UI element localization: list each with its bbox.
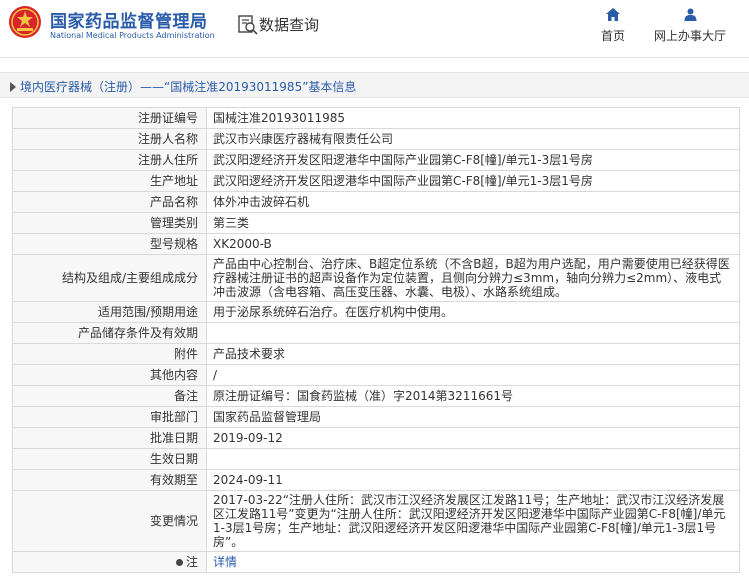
field-label: 注册人名称 — [12, 128, 207, 150]
table-row: 注册证编号 国械注准20193011985 — [12, 107, 740, 129]
field-value: XK2000-B — [206, 233, 740, 255]
field-value: 2024-09-11 — [206, 469, 740, 491]
nav-home[interactable]: 首页 — [598, 8, 628, 44]
field-label: 备注 — [12, 385, 207, 407]
table-row: 变更情况 2017-03-22“注册人住所：武汉市江汉经济发展区江发路11号；生产… — [12, 490, 740, 552]
breadcrumb: 境内医疗器械（注册）——“国械注准20193011985”基本信息 — [0, 72, 749, 98]
field-label: 变更情况 — [12, 490, 207, 552]
field-label: 其他内容 — [12, 364, 207, 386]
table-row: 生效日期 — [12, 448, 740, 470]
field-label: 适用范围/预期用途 — [12, 301, 207, 323]
field-label: 注册证编号 — [12, 107, 207, 129]
note-label-cell: 注 — [12, 551, 207, 573]
table-row: 批准日期 2019-09-12 — [12, 427, 740, 449]
field-value: 国家药品监督管理局 — [206, 406, 740, 428]
field-value: 原注册证编号：国食药监械（准）字2014第3211661号 — [206, 385, 740, 407]
note-pin-icon — [175, 559, 183, 566]
field-label: 型号规格 — [12, 233, 207, 255]
table-row: 审批部门 国家药品监督管理局 — [12, 406, 740, 428]
field-label: 注册人住所 — [12, 149, 207, 171]
data-query-icon — [238, 15, 258, 35]
table-row: 生产地址 武汉阳逻经济开发区阳逻港华中国际产业园第C-F8[幢]/单元1-3层1号… — [12, 170, 740, 192]
table-row: 其他内容 / — [12, 364, 740, 386]
field-label: 批准日期 — [12, 427, 207, 449]
field-value — [206, 448, 740, 470]
detail-table: 注册证编号 国械注准20193011985 注册人名称 武汉市兴康医疗器械有限责任公… — [12, 107, 740, 573]
field-value: 2019-09-12 — [206, 427, 740, 449]
nav-home-label: 首页 — [600, 29, 625, 43]
national-emblem-icon[interactable] — [8, 5, 42, 39]
field-value: 体外冲击波碎石机 — [206, 191, 740, 213]
table-row: 有效期至 2024-09-11 — [12, 469, 740, 491]
details-link[interactable]: 详情 — [213, 555, 237, 569]
field-label: 附件 — [12, 343, 207, 365]
site-logo-title[interactable]: 国家药品监督管理局 — [50, 7, 208, 32]
field-label: 生效日期 — [12, 448, 207, 470]
field-label: 有效期至 — [12, 469, 207, 491]
field-label: 审批部门 — [12, 406, 207, 428]
note-label: 注 — [185, 555, 198, 569]
table-row: 结构及组成/主要组成成分 产品由中心控制台、治疗床、B超定位系统（不含B超，B超为… — [12, 254, 740, 302]
field-label: 管理类别 — [12, 212, 207, 234]
field-value: 武汉市兴康医疗器械有限责任公司 — [206, 128, 740, 150]
home-icon — [606, 8, 620, 21]
table-row: 备注 原注册证编号：国食药监械（准）字2014第3211661号 — [12, 385, 740, 407]
field-value: 产品技术要求 — [206, 343, 740, 365]
caret-right-icon — [10, 82, 16, 92]
field-value: 用于泌尿系统碎石治疗。在医疗机构中使用。 — [206, 301, 740, 323]
field-value: 武汉阳逻经济开发区阳逻港华中国际产业园第C-F8[幢]/单元1-3层1号房 — [206, 170, 740, 192]
table-row: 型号规格 XK2000-B — [12, 233, 740, 255]
nav-online-service[interactable]: 网上办事大厅 — [650, 8, 730, 44]
breadcrumb-text-wrap: 境内医疗器械（注册）——“国械注准20193011985”基本信息 — [10, 78, 356, 95]
user-icon — [684, 8, 696, 21]
table-row: 管理类别 第三类 — [12, 212, 740, 234]
field-label: 生产地址 — [12, 170, 207, 192]
field-value — [206, 322, 740, 344]
data-query-title: 数据查询 — [259, 16, 320, 34]
site-header: 国家药品监督管理局 National Medical Products Admi… — [0, 0, 749, 58]
detail-table-wrap: 注册证编号 国械注准20193011985 注册人名称 武汉市兴康医疗器械有限责任公… — [12, 107, 740, 573]
field-value: 2017-03-22“注册人住所：武汉市江汉经济发展区江发路11号；生产地址：武… — [206, 490, 740, 552]
field-label: 结构及组成/主要组成成分 — [12, 254, 207, 302]
field-value: / — [206, 364, 740, 386]
field-label: 产品储存条件及有效期 — [12, 322, 207, 344]
table-row: 产品名称 体外冲击波碎石机 — [12, 191, 740, 213]
nav-online-service-label: 网上办事大厅 — [653, 29, 726, 43]
table-row: 附件 产品技术要求 — [12, 343, 740, 365]
table-row-note: 注 详情 — [12, 551, 740, 573]
site-logo-subtitle: National Medical Products Administration — [50, 31, 215, 40]
field-value: 第三类 — [206, 212, 740, 234]
field-value: 产品由中心控制台、治疗床、B超定位系统（不含B超，B超为用户选配，用户需要使用已… — [206, 254, 740, 302]
field-value: 国械注准20193011985 — [206, 107, 740, 129]
table-row: 产品储存条件及有效期 — [12, 322, 740, 344]
table-row: 注册人名称 武汉市兴康医疗器械有限责任公司 — [12, 128, 740, 150]
breadcrumb-text: 境内医疗器械（注册）——“国械注准20193011985”基本信息 — [20, 80, 357, 94]
field-value: 武汉阳逻经济开发区阳逻港华中国际产业园第C-F8[幢]/单元1-3层1号房 — [206, 149, 740, 171]
note-value-cell: 详情 — [206, 551, 740, 573]
field-label: 产品名称 — [12, 191, 207, 213]
table-row: 注册人住所 武汉阳逻经济开发区阳逻港华中国际产业园第C-F8[幢]/单元1-3层1… — [12, 149, 740, 171]
table-row: 适用范围/预期用途 用于泌尿系统碎石治疗。在医疗机构中使用。 — [12, 301, 740, 323]
